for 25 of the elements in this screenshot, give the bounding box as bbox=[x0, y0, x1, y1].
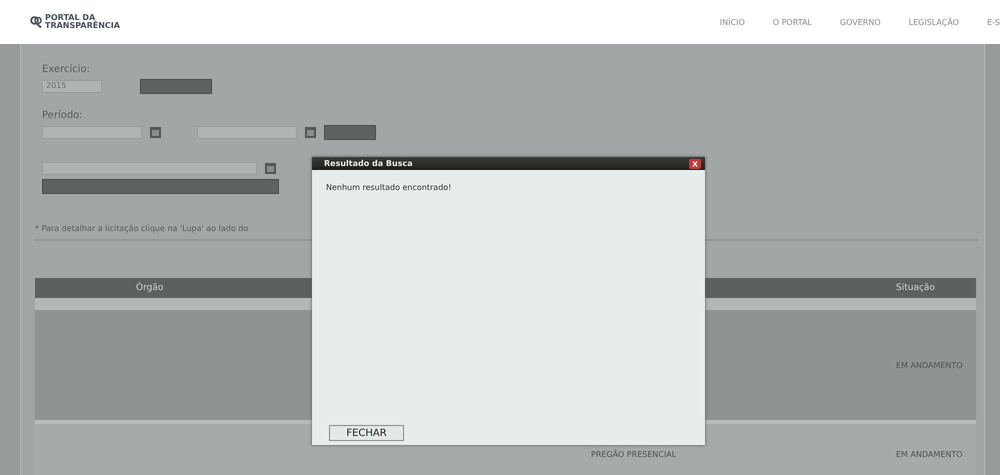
nav-link[interactable]: O PORTAL bbox=[772, 18, 812, 26]
year-field[interactable]: 2015 bbox=[42, 80, 102, 93]
dialog-message: Nenhum resultado encontrado! bbox=[326, 183, 452, 192]
nav-link[interactable]: LEGISLAÇÃO bbox=[908, 18, 959, 26]
calendar-icon[interactable] bbox=[265, 163, 276, 174]
table-cell-text: EM ANDAMENTO bbox=[895, 448, 964, 460]
nav-link[interactable]: E-S bbox=[986, 18, 1000, 26]
field-label: Período: bbox=[42, 110, 84, 121]
magnifier-icon bbox=[30, 16, 42, 28]
portal-logo[interactable]: PORTAL DA TRANSPARÊNCIA bbox=[45, 14, 120, 30]
filter-button[interactable] bbox=[324, 125, 376, 140]
nav-link[interactable]: INÍCIO bbox=[720, 18, 745, 26]
table-cell-text: PREGÃO PRESENCIAL bbox=[590, 448, 678, 460]
search-button[interactable] bbox=[140, 79, 212, 94]
calendar-icon[interactable] bbox=[150, 127, 161, 138]
close-button[interactable]: FECHAR bbox=[329, 425, 404, 441]
calendar-icon[interactable] bbox=[305, 127, 316, 138]
close-icon[interactable] bbox=[689, 158, 701, 168]
column-header[interactable]: Situação bbox=[890, 278, 976, 298]
nav-link[interactable]: GOVERNO bbox=[840, 18, 881, 26]
action-button[interactable] bbox=[42, 179, 279, 194]
help-text: * Para detalhar a licitação clique na 'Lupa' ao lado do bbox=[35, 224, 250, 233]
field-label: Exercício: bbox=[42, 64, 92, 75]
table-cell-text: EM ANDAMENTO bbox=[895, 360, 964, 372]
dialog-title: Resultado da Busca bbox=[324, 159, 413, 168]
